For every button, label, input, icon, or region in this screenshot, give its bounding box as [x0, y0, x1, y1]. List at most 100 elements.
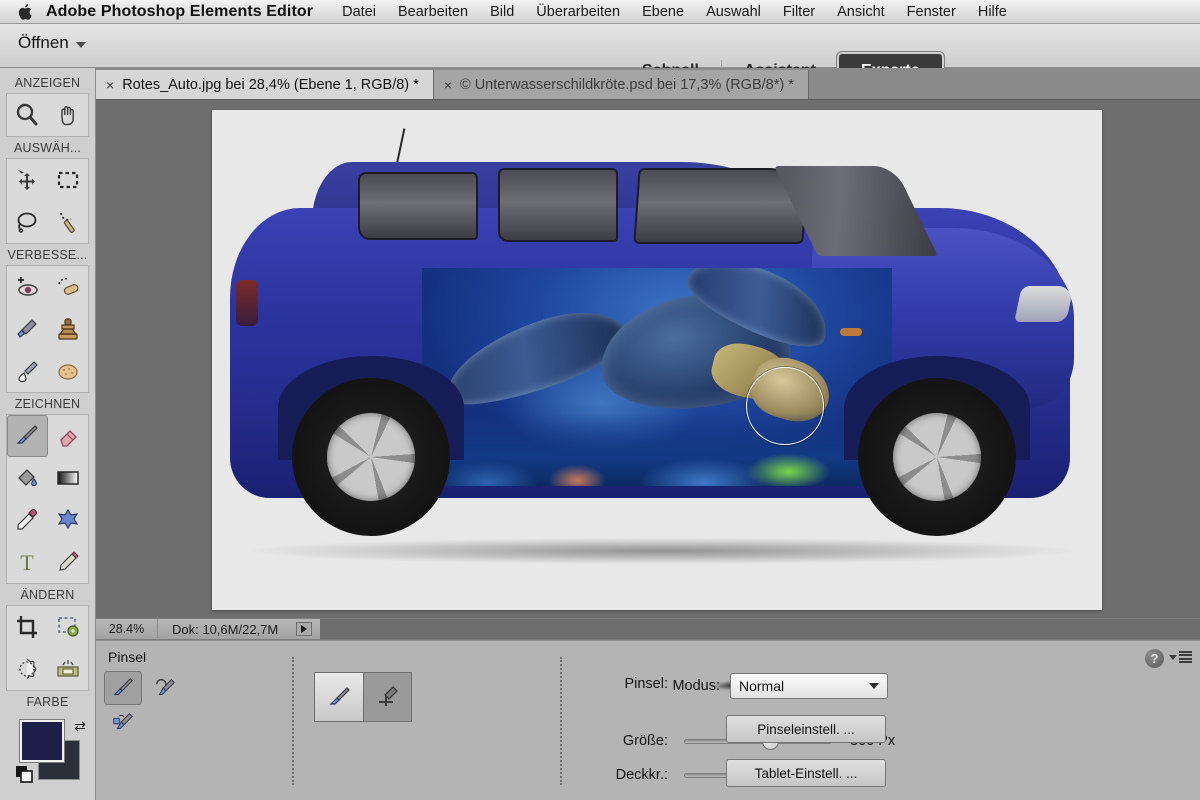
pencil-tool[interactable]	[48, 541, 89, 583]
svg-text:T: T	[21, 550, 35, 575]
star-shape-icon	[57, 508, 78, 530]
car-window-middle	[498, 168, 618, 242]
size-label: Größe:	[622, 733, 668, 749]
tablet-settings-button[interactable]: Tablet-Einstell. ...	[726, 759, 886, 787]
tool-group-zeichnen: T	[6, 414, 89, 584]
stamp-icon	[58, 318, 78, 340]
apple-logo-icon[interactable]	[18, 3, 32, 20]
sponge-tool[interactable]	[48, 350, 89, 392]
cookie-cutter-tool[interactable]	[7, 648, 48, 690]
hamburger-lines-icon	[1179, 651, 1192, 663]
red-eye-removal-tool[interactable]	[7, 266, 48, 308]
tool-section-label-aendern: ÄNDERN	[20, 588, 75, 602]
triangle-right-icon[interactable]	[296, 622, 313, 636]
document-tab-rotes-auto[interactable]: × Rotes_Auto.jpg bei 28,4% (Ebene 1, RGB…	[96, 70, 434, 99]
tool-section-label-zeichnen: ZEICHNEN	[14, 397, 81, 411]
eraser-tool[interactable]	[48, 415, 89, 457]
brush-mode-toggle-group	[314, 672, 412, 722]
blend-mode-select[interactable]: Normal	[730, 673, 888, 699]
smart-brush-tool[interactable]	[7, 308, 48, 350]
paint-bucket-tool[interactable]	[7, 457, 48, 499]
menu-item-ebene[interactable]: Ebene	[631, 4, 695, 20]
status-bar: 28.4% Dok: 10,6M/22,7M	[96, 618, 1200, 640]
airbrush-mode-toggle[interactable]	[363, 673, 411, 721]
tool-group-verbessern	[6, 265, 89, 393]
blur-drop-icon	[18, 361, 39, 383]
swap-arrows-icon[interactable]: ⇄	[74, 718, 86, 735]
open-button[interactable]: Öffnen	[18, 33, 86, 53]
menu-item-hilfe[interactable]: Hilfe	[967, 4, 1018, 20]
smart-brush-icon	[17, 319, 38, 338]
sponge-icon	[58, 364, 78, 380]
document-tab-bar: × Rotes_Auto.jpg bei 28,4% (Ebene 1, RGB…	[96, 68, 1200, 100]
menu-item-bild[interactable]: Bild	[479, 4, 525, 20]
straighten-icon	[57, 660, 79, 677]
type-tool[interactable]: T	[7, 541, 48, 583]
menu-item-filter[interactable]: Filter	[772, 4, 826, 20]
tool-section-label-verbessern: VERBESSE...	[7, 248, 88, 262]
coral-reef	[422, 414, 892, 486]
document-size-label: Dok: 10,6M/22,7M	[172, 621, 279, 637]
car-headlight	[1014, 286, 1074, 322]
default-colors-icon[interactable]	[16, 766, 34, 784]
hand-tool[interactable]	[48, 94, 89, 136]
blur-tool[interactable]	[7, 350, 48, 392]
clone-stamp-tool[interactable]	[48, 308, 89, 350]
lasso-icon	[17, 212, 37, 233]
menu-item-fenster[interactable]: Fenster	[896, 4, 967, 20]
blend-mode-value: Normal	[739, 678, 785, 694]
rectangular-marquee-tool[interactable]	[48, 159, 89, 201]
paintbrush-icon	[113, 677, 134, 696]
move-arrows-icon	[18, 170, 36, 190]
close-icon[interactable]: ×	[444, 78, 452, 92]
menu-bar: Adobe Photoshop Elements Editor Datei Be…	[0, 0, 1200, 24]
magic-wand-tool[interactable]	[48, 201, 89, 243]
options-divider-1	[292, 657, 294, 785]
menu-item-datei[interactable]: Datei	[331, 4, 387, 20]
panel-menu-icon[interactable]	[1169, 651, 1192, 663]
car-window-rear	[358, 172, 478, 240]
zoom-level-field[interactable]: 28.4%	[96, 619, 158, 639]
cookie-cutter-icon	[19, 658, 37, 679]
magic-wand-icon	[59, 212, 75, 233]
tool-options-panel: Pinsel Pinsel: Größe: Px Deckkr.: Modus:…	[96, 640, 1200, 800]
canvas-area[interactable]	[96, 100, 1200, 618]
ground-shadow	[252, 538, 1072, 564]
brush-variant[interactable]	[104, 671, 142, 705]
help-question-icon[interactable]: ?	[1145, 649, 1164, 668]
recompose-icon	[57, 617, 79, 637]
gradient-tool[interactable]	[48, 457, 89, 499]
lasso-tool[interactable]	[7, 201, 48, 243]
foreground-color-swatch[interactable]	[20, 720, 64, 762]
car-wheel-front	[858, 378, 1016, 536]
impressionist-brush-variant[interactable]	[146, 671, 184, 705]
menu-item-ansicht[interactable]: Ansicht	[826, 4, 896, 20]
car-wheel-rear	[292, 378, 450, 536]
menu-item-auswahl[interactable]: Auswahl	[695, 4, 772, 20]
color-replacement-brush-variant[interactable]	[104, 705, 142, 739]
move-tool[interactable]	[7, 159, 48, 201]
blend-mode-row: Modus: Normal	[658, 673, 888, 699]
brush-circle-cursor	[746, 367, 824, 445]
tool-section-label-anzeigen: ANZEIGEN	[14, 76, 81, 90]
close-icon[interactable]: ×	[106, 78, 114, 92]
straighten-tool[interactable]	[48, 648, 89, 690]
magnifier-icon	[17, 103, 38, 126]
menu-item-bearbeiten[interactable]: Bearbeiten	[387, 4, 479, 20]
paint-mode-toggle[interactable]	[315, 673, 363, 721]
crop-tool[interactable]	[7, 606, 48, 648]
healing-brush-tool[interactable]	[48, 266, 89, 308]
car-with-underwater-turtle-wrap	[212, 110, 1102, 610]
eraser-icon	[60, 430, 77, 447]
document-canvas[interactable]	[212, 110, 1102, 610]
menu-item-ueberarbeiten[interactable]: Überarbeiten	[525, 4, 631, 20]
brush-tool[interactable]	[7, 415, 48, 457]
zoom-tool[interactable]	[7, 94, 48, 136]
recompose-tool[interactable]	[48, 606, 89, 648]
tool-group-auswaehlen	[6, 158, 89, 244]
document-tab-unterwasserschildkroete[interactable]: × © Unterwasserschildkröte.psd bei 17,3%…	[433, 70, 809, 99]
eyedropper-tool[interactable]	[7, 499, 48, 541]
color-replacement-brush-icon	[113, 712, 133, 729]
custom-shape-tool[interactable]	[48, 499, 89, 541]
brush-settings-button[interactable]: Pinseleinstell. ...	[726, 715, 886, 743]
